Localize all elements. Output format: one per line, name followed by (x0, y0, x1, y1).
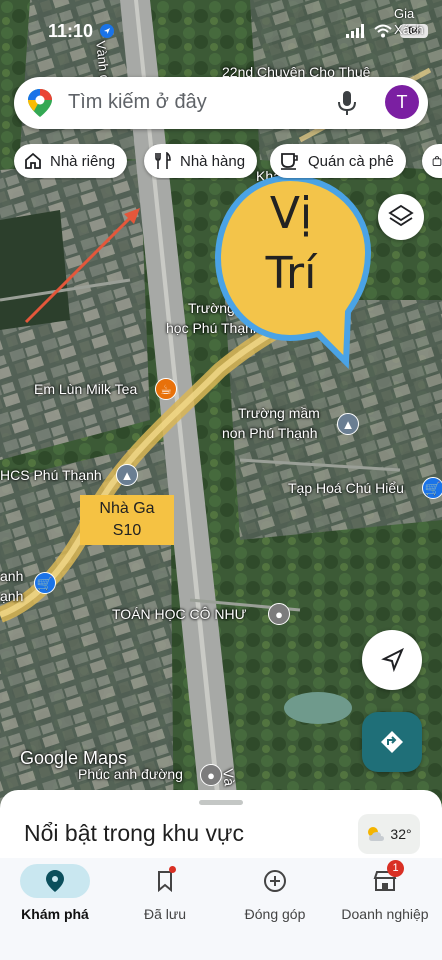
directions-button[interactable] (362, 712, 422, 772)
tab-business[interactable]: 1 Doanh nghiệp (330, 860, 440, 922)
status-time: 11:10 (48, 21, 115, 42)
corner-label: Gia Xách (394, 6, 424, 37)
chip-restaurant[interactable]: Nhà hàng (144, 144, 258, 178)
google-maps-pin-icon (28, 89, 52, 117)
my-location-button[interactable] (362, 630, 422, 690)
business-badge: 1 (387, 860, 404, 877)
search-input[interactable]: Tìm kiếm ở đây (68, 91, 207, 114)
tab-contribute[interactable]: Đóng góp (220, 864, 330, 922)
explore-pin-icon (46, 870, 64, 892)
tab-explore[interactable]: Khám phá (0, 864, 110, 922)
annotation-line2: Trí (265, 248, 317, 299)
layers-icon (388, 204, 414, 227)
add-circle-icon (264, 870, 286, 892)
location-arrow-icon (100, 24, 115, 38)
coffee-icon (281, 153, 298, 170)
chip-home[interactable]: Nhà riêng (14, 144, 128, 178)
layers-button[interactable] (378, 194, 424, 240)
sheet-drag-handle[interactable] (199, 800, 243, 805)
signal-icon (346, 24, 364, 38)
annotation-line1: Vị (269, 188, 313, 239)
directions-icon (381, 731, 403, 753)
bookmark-icon (158, 871, 172, 892)
chip-coffee[interactable]: Quán cà phê (270, 144, 406, 178)
microphone-icon[interactable] (336, 90, 358, 116)
status-bar: 11:10 84 Gia Xách (0, 0, 442, 66)
home-icon (25, 152, 41, 169)
bottom-sheet[interactable]: Nổi bật trong khu vực 32° (0, 790, 442, 860)
navigation-arrow-icon (381, 647, 404, 673)
search-bar[interactable]: Tìm kiếm ở đây T (14, 77, 428, 129)
bottom-tab-bar: Khám phá Đã lưu Đóng góp 1 Doanh nghiệp (0, 858, 442, 960)
sheet-title: Nổi bật trong khu vực (24, 820, 244, 846)
restaurant-icon (155, 152, 171, 169)
wifi-icon (374, 24, 392, 38)
weather-chip[interactable]: 32° (358, 814, 420, 854)
shopping-bag-icon (432, 156, 442, 166)
tab-saved[interactable]: Đã lưu (110, 864, 220, 922)
avatar[interactable]: T (385, 85, 419, 119)
saved-notification-dot (169, 866, 176, 873)
partly-cloudy-icon (368, 827, 385, 841)
chip-more[interactable] (422, 144, 442, 178)
category-chips: Nhà riêng Nhà hàng Quán cà phê (14, 144, 442, 180)
